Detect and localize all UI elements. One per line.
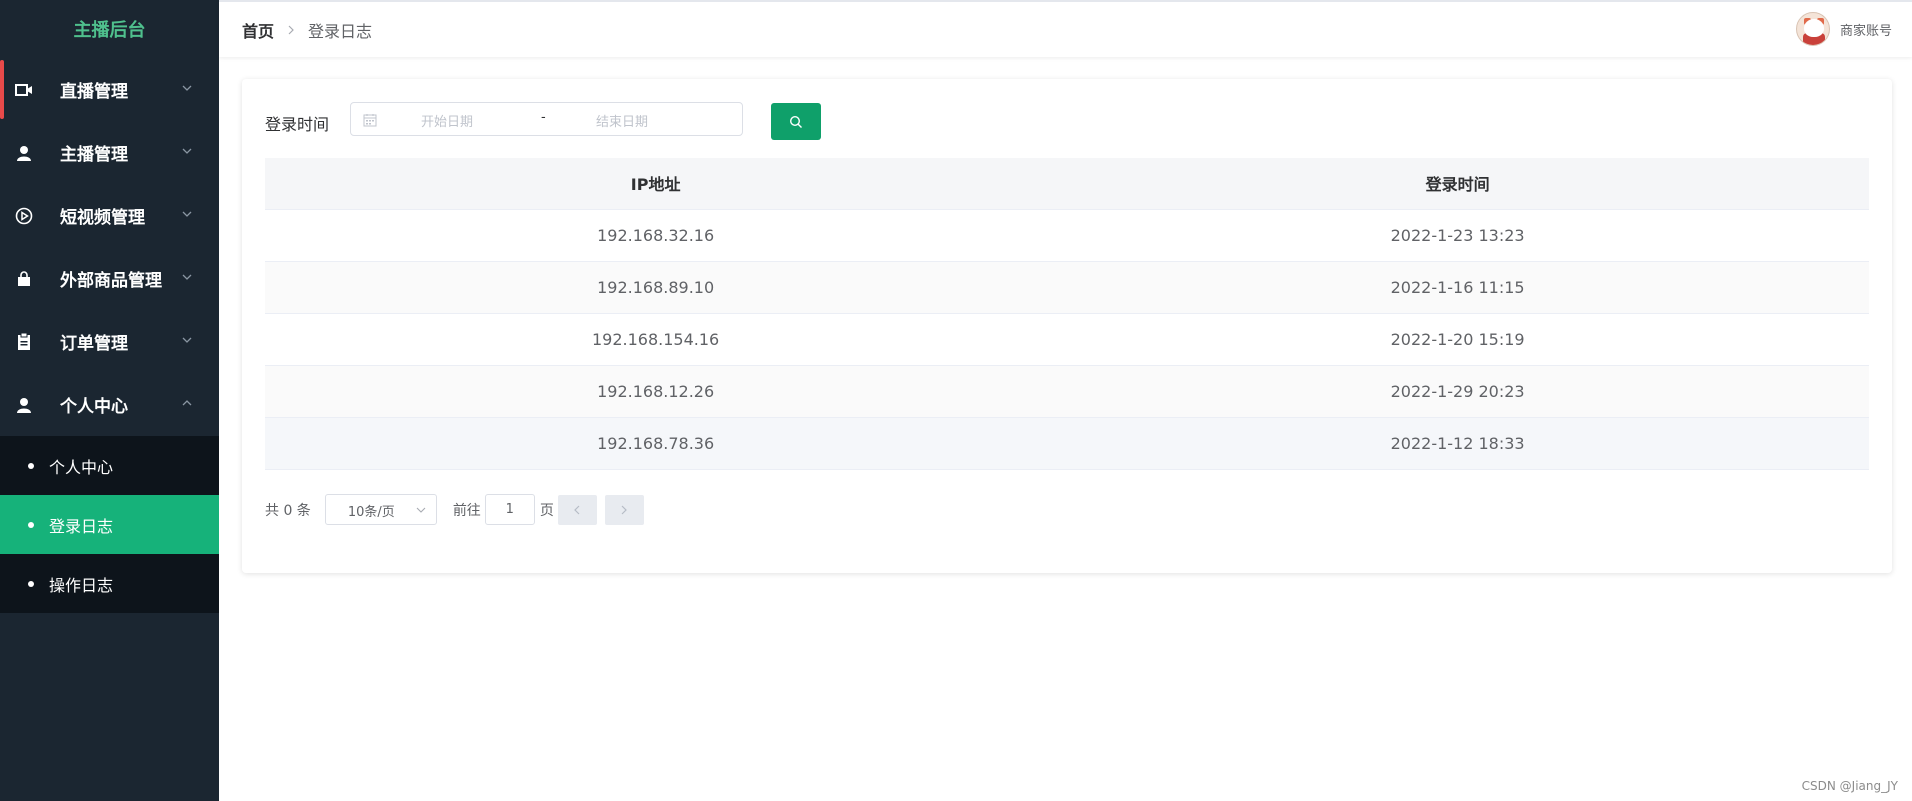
pagination: 共 0 条 10条/页 前往 1 页 (265, 494, 652, 525)
next-page-button[interactable] (604, 494, 644, 525)
range-separator: - (541, 110, 546, 125)
avatar[interactable] (1795, 12, 1830, 46)
page-size-select[interactable]: 10条/页 (324, 494, 437, 525)
chevron-down-icon (416, 507, 426, 513)
table-row: 192.168.78.36 2022-1-12 18:33 (265, 417, 1869, 470)
table-row: 192.168.32.16 2022-1-23 13:23 (265, 209, 1869, 262)
submenu-item-operation-log[interactable]: 操作日志 (0, 554, 219, 613)
video-camera-icon (14, 80, 34, 100)
menu-item-streamers[interactable]: 主播管理 (0, 121, 219, 184)
submenu-personal-center: 个人中心 登录日志 操作日志 (0, 436, 219, 613)
menu-item-label: 主播管理 (60, 145, 128, 165)
chevron-down-icon (182, 211, 192, 217)
menu-item-label: 订单管理 (60, 334, 128, 354)
submenu-item-login-log[interactable]: 登录日志 (0, 495, 219, 554)
login-log-card: 登录时间 开始日期 - 结束日期 IP地址 登录时间 192.168.32.16… (242, 79, 1892, 573)
cell-login-time: 2022-1-20 15:19 (1046, 313, 1869, 366)
prev-page-button[interactable] (557, 494, 597, 525)
end-date-input[interactable]: 结束日期 (596, 111, 716, 130)
page-unit-label: 页 (539, 502, 554, 519)
search-button[interactable] (771, 103, 821, 140)
user-icon (14, 395, 34, 415)
menu-item-orders[interactable]: 订单管理 (0, 310, 219, 373)
calendar-icon (363, 114, 377, 127)
menu-item-label: 直播管理 (60, 82, 128, 102)
breadcrumb-home[interactable]: 首页 (242, 18, 274, 42)
cell-ip: 192.168.12.26 (265, 365, 1047, 418)
chevron-down-icon (182, 85, 192, 91)
chevron-down-icon (182, 274, 192, 280)
date-range-picker[interactable]: 开始日期 - 结束日期 (350, 102, 743, 136)
menu-item-short-video[interactable]: 短视频管理 (0, 184, 219, 247)
cell-login-time: 2022-1-23 13:23 (1046, 209, 1869, 262)
chevron-down-icon (182, 337, 192, 343)
submenu-item-label: 登录日志 (49, 516, 114, 536)
submenu-item-personal-center[interactable]: 个人中心 (0, 436, 219, 495)
page-size-value: 10条/页 (347, 505, 395, 520)
cell-ip: 192.168.89.10 (265, 261, 1047, 314)
top-header: 首页 登录日志 商家账号 (219, 0, 1912, 57)
cell-login-time: 2022-1-29 20:23 (1046, 365, 1869, 418)
chevron-right-icon (621, 505, 628, 514)
chevron-left-icon (574, 505, 580, 514)
menu-item-personal-center[interactable]: 个人中心 (0, 373, 219, 436)
cell-ip: 192.168.78.36 (265, 417, 1047, 470)
bullet-icon (28, 521, 34, 528)
chevron-right-icon (288, 25, 294, 34)
breadcrumb-current: 登录日志 (308, 21, 373, 41)
chevron-up-icon (182, 400, 192, 406)
start-date-input[interactable]: 开始日期 (421, 111, 541, 130)
cell-login-time: 2022-1-16 11:15 (1046, 261, 1869, 314)
pagination-total: 共 0 条 (265, 502, 311, 519)
cell-login-time: 2022-1-12 18:33 (1046, 417, 1869, 470)
user-icon (14, 143, 34, 163)
account-name[interactable]: 商家账号 (1840, 20, 1892, 39)
sidebar: 主播后台 直播管理 主播管理 短视频管理 外部商品管理 订单管理 个人中心 个人… (0, 0, 219, 801)
table-row: 192.168.89.10 2022-1-16 11:15 (265, 261, 1869, 314)
cell-ip: 192.168.154.16 (265, 313, 1047, 366)
goto-label: 前往 (452, 502, 481, 519)
cell-ip: 192.168.32.16 (265, 209, 1047, 262)
submenu-item-label: 操作日志 (49, 575, 114, 595)
table-header-row: IP地址 登录时间 (265, 158, 1869, 210)
clipboard-icon (14, 332, 34, 352)
filter-label: 登录时间 (265, 115, 330, 134)
menu-item-label: 外部商品管理 (60, 271, 162, 291)
table-row: 192.168.154.16 2022-1-20 15:19 (265, 313, 1869, 366)
goto-page-input[interactable]: 1 (484, 494, 535, 525)
bullet-icon (28, 580, 34, 587)
column-header-ip: IP地址 (265, 158, 1047, 210)
account-menu[interactable]: 商家账号 (1795, 12, 1892, 46)
bullet-icon (28, 462, 34, 469)
column-header-login-time: 登录时间 (1046, 158, 1869, 210)
watermark: CSDN @Jiang_JY (1801, 779, 1898, 793)
shopping-bag-icon (14, 269, 34, 289)
menu-item-live[interactable]: 直播管理 (0, 58, 219, 121)
table-row: 192.168.12.26 2022-1-29 20:23 (265, 365, 1869, 418)
search-icon (789, 115, 802, 128)
chevron-down-icon (182, 148, 192, 154)
menu-item-label: 短视频管理 (60, 208, 145, 228)
play-circle-icon (14, 206, 34, 226)
login-log-table: IP地址 登录时间 192.168.32.16 2022-1-23 13:23 … (265, 158, 1869, 470)
menu-item-external-goods[interactable]: 外部商品管理 (0, 247, 219, 310)
brand-title: 主播后台 (73, 20, 146, 41)
submenu-item-label: 个人中心 (49, 457, 114, 477)
menu-item-label: 个人中心 (60, 397, 128, 417)
